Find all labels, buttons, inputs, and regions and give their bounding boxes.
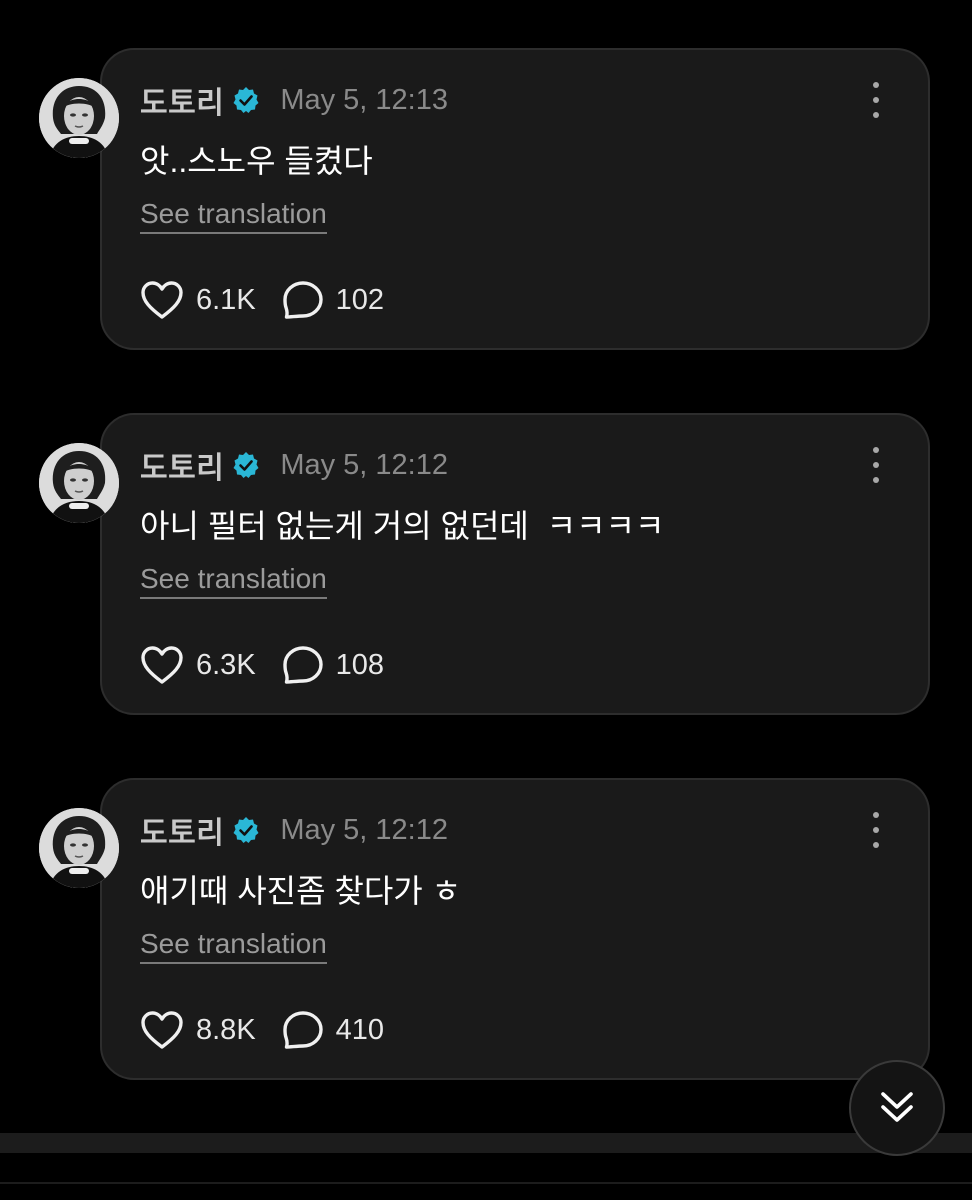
author-name[interactable]: 도토리 [140,78,224,122]
post-item: 도토리 May 5, 12:13 앗..스노우 들켰다 See translat… [0,48,972,368]
post-item: 도토리 May 5, 12:12 아니 필터 없는게 거의 없던데 ㅋㅋㅋㅋ S… [0,413,972,733]
post-header: 도토리 May 5, 12:12 [140,443,448,487]
comment-bubble-icon [282,646,323,684]
verified-badge-icon [232,86,260,114]
comment-count: 410 [335,1013,385,1046]
post-text: 아니 필터 없는게 거의 없던데 ㅋㅋㅋㅋ [140,508,665,544]
post-timestamp: May 5, 12:12 [280,448,448,481]
more-vertical-icon[interactable] [866,812,886,848]
comment-feed: 도토리 May 5, 12:13 앗..스노우 들켰다 See translat… [0,0,972,1200]
see-translation-link[interactable]: See translation [140,198,327,234]
heart-icon [141,646,183,684]
heart-icon [141,1011,183,1049]
post-timestamp: May 5, 12:12 [280,813,448,846]
post-card: 도토리 May 5, 12:13 앗..스노우 들켰다 See translat… [100,48,930,350]
author-name[interactable]: 도토리 [140,808,224,852]
author-name[interactable]: 도토리 [140,443,224,487]
comment-bubble-icon [282,281,323,319]
post-actions: 6.1K 102 [140,280,410,320]
post-header: 도토리 May 5, 12:12 [140,808,448,852]
double-chevron-down-icon [881,1092,913,1122]
like-count: 6.3K [196,648,256,681]
like-button[interactable]: 6.3K [140,645,256,685]
comment-button[interactable]: 410 [282,1010,384,1050]
post-actions: 8.8K 410 [140,1010,410,1050]
post-item: 도토리 May 5, 12:12 애기때 사진좀 찾다가 ㅎ See trans… [0,778,972,1098]
avatar[interactable] [39,808,119,888]
comment-button[interactable]: 102 [282,280,384,320]
see-translation-link[interactable]: See translation [140,928,327,964]
scroll-to-bottom-button[interactable] [849,1060,945,1156]
post-timestamp: May 5, 12:13 [280,83,448,116]
post-text: 앗..스노우 들켰다 [140,143,373,179]
like-button[interactable]: 8.8K [140,1010,256,1050]
comment-count: 108 [335,648,385,681]
verified-badge-icon [232,816,260,844]
heart-icon [141,281,183,319]
like-count: 6.1K [196,283,256,316]
bottom-divider-line [0,1182,972,1184]
post-card: 도토리 May 5, 12:12 애기때 사진좀 찾다가 ㅎ See trans… [100,778,930,1080]
post-text: 애기때 사진좀 찾다가 ㅎ [140,873,462,909]
like-button[interactable]: 6.1K [140,280,256,320]
comment-bubble-icon [282,1011,323,1049]
comment-button[interactable]: 108 [282,645,384,685]
post-header: 도토리 May 5, 12:13 [140,78,448,122]
bottom-divider [0,1133,972,1153]
avatar[interactable] [39,443,119,523]
post-actions: 6.3K 108 [140,645,410,685]
more-vertical-icon[interactable] [866,447,886,483]
verified-badge-icon [232,451,260,479]
like-count: 8.8K [196,1013,256,1046]
avatar[interactable] [39,78,119,158]
post-card: 도토리 May 5, 12:12 아니 필터 없는게 거의 없던데 ㅋㅋㅋㅋ S… [100,413,930,715]
more-vertical-icon[interactable] [866,82,886,118]
comment-count: 102 [335,283,385,316]
see-translation-link[interactable]: See translation [140,563,327,599]
